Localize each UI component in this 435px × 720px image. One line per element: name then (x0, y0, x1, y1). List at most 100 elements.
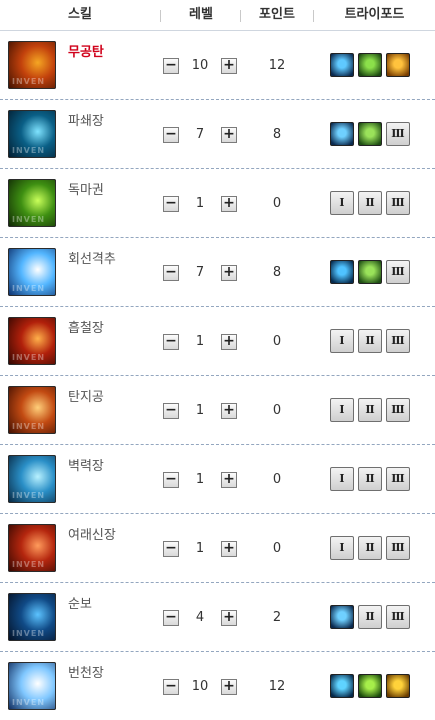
skill-points: 0 (272, 541, 282, 556)
level-increase-button[interactable]: + (221, 403, 237, 419)
level-increase-button[interactable]: + (221, 196, 237, 212)
icon-watermark: INVEN (12, 698, 46, 707)
tripod-slot-2[interactable]: Ⅱ (358, 467, 382, 491)
tripod-slot-2[interactable]: Ⅱ (358, 605, 382, 629)
level-increase-button[interactable]: + (221, 127, 237, 143)
skill-row: INVEN 여래신장 − 1 +0 Ⅰ Ⅱ Ⅲ (0, 514, 435, 583)
skill-name: 벽력장 (68, 459, 104, 474)
skill-row: INVEN 순보 − 4 +2 Ⅱ Ⅲ (0, 583, 435, 652)
blue-runner-icon[interactable] (330, 605, 354, 629)
tripod-slot-3[interactable]: Ⅲ (386, 536, 410, 560)
header-tripod: 트라이포드 (344, 7, 405, 22)
skill-level: 1 (195, 472, 205, 487)
level-decrease-button[interactable]: − (163, 334, 179, 350)
blue-runner-icon[interactable] (330, 122, 354, 146)
blue-orb-icon[interactable] (330, 260, 354, 284)
level-decrease-button[interactable]: − (163, 679, 179, 695)
orange-fireball-icon: INVEN (8, 41, 56, 89)
tripod-slot-3[interactable]: Ⅲ (386, 191, 410, 215)
green-group-icon[interactable] (358, 260, 382, 284)
skill-level: 7 (195, 127, 205, 142)
tripod-slot-3[interactable]: Ⅲ (386, 605, 410, 629)
level-decrease-button[interactable]: − (163, 58, 179, 74)
skill-row: INVEN 흡철장 − 1 +0 Ⅰ Ⅱ Ⅲ (0, 307, 435, 376)
level-increase-button[interactable]: + (221, 265, 237, 281)
green-arrows-up-icon[interactable] (358, 53, 382, 77)
skill-name: 독마권 (68, 183, 104, 198)
level-increase-button[interactable]: + (221, 334, 237, 350)
tripod-slot-2[interactable]: Ⅱ (358, 536, 382, 560)
blue-white-flash-icon: INVEN (8, 662, 56, 710)
skill-name: 탄지공 (68, 390, 104, 405)
tripod-slot-3[interactable]: Ⅲ (386, 398, 410, 422)
tripod-slot-3[interactable]: Ⅲ (386, 122, 410, 146)
level-decrease-button[interactable]: − (163, 541, 179, 557)
green-cross-icon[interactable] (358, 674, 382, 698)
icon-watermark: INVEN (12, 284, 46, 293)
tripod-slot-2[interactable]: Ⅱ (358, 398, 382, 422)
skill-level: 7 (195, 265, 205, 280)
green-burst-fist-icon: INVEN (8, 179, 56, 227)
blue-swirl-palm-icon: INVEN (8, 110, 56, 158)
level-decrease-button[interactable]: − (163, 403, 179, 419)
tripod-slot-3[interactable]: Ⅲ (386, 467, 410, 491)
tripod-slot-1[interactable]: Ⅰ (330, 191, 354, 215)
skill-name: 파쇄장 (68, 114, 104, 129)
blue-dash-strike-icon[interactable] (330, 53, 354, 77)
skill-level: 1 (195, 334, 205, 349)
tripod-slot-3[interactable]: Ⅲ (386, 260, 410, 284)
tripod-slot-1[interactable]: Ⅰ (330, 329, 354, 353)
skill-row: INVEN 회선격추 − 7 +8 Ⅲ (0, 238, 435, 307)
header-skill: 스킬 (68, 7, 92, 22)
skill-level: 1 (195, 403, 205, 418)
icon-watermark: INVEN (12, 629, 46, 638)
skill-points: 8 (272, 265, 282, 280)
skill-points: 0 (272, 403, 282, 418)
skill-name: 순보 (68, 597, 92, 612)
yellow-swirl-icon[interactable] (386, 674, 410, 698)
skill-level: 10 (191, 679, 209, 694)
tripod-slot-1[interactable]: Ⅰ (330, 536, 354, 560)
icon-watermark: INVEN (12, 422, 46, 431)
tripod-slot-1[interactable]: Ⅰ (330, 467, 354, 491)
tripod-slot-2[interactable]: Ⅱ (358, 329, 382, 353)
skill-points: 0 (272, 196, 282, 211)
red-flame-palm-icon: INVEN (8, 317, 56, 365)
level-increase-button[interactable]: + (221, 58, 237, 74)
icon-watermark: INVEN (12, 560, 46, 569)
level-increase-button[interactable]: + (221, 610, 237, 626)
level-increase-button[interactable]: + (221, 679, 237, 695)
skill-level: 1 (195, 541, 205, 556)
red-giant-palm-icon: INVEN (8, 524, 56, 572)
skill-points: 0 (272, 334, 282, 349)
skill-name: 회선격추 (68, 252, 116, 267)
green-group-icon[interactable] (358, 122, 382, 146)
skill-row: INVEN 파쇄장 − 7 +8 Ⅲ (0, 100, 435, 169)
tripod-slot-3[interactable]: Ⅲ (386, 329, 410, 353)
tripod-slot-1[interactable]: Ⅰ (330, 398, 354, 422)
skill-level: 4 (195, 610, 205, 625)
skill-name: 무공탄 (68, 45, 104, 60)
skill-row: INVEN 무공탄 −10 +12 (0, 31, 435, 100)
skill-level: 10 (191, 58, 209, 73)
skill-name: 번천장 (68, 666, 104, 681)
icon-watermark: INVEN (12, 146, 46, 155)
skill-points: 12 (268, 679, 286, 694)
level-decrease-button[interactable]: − (163, 265, 179, 281)
level-decrease-button[interactable]: − (163, 196, 179, 212)
level-increase-button[interactable]: + (221, 541, 237, 557)
skill-row: INVEN 탄지공 − 1 +0 Ⅰ Ⅱ Ⅲ (0, 376, 435, 445)
icon-watermark: INVEN (12, 353, 46, 362)
skill-name: 흡철장 (68, 321, 104, 336)
level-decrease-button[interactable]: − (163, 127, 179, 143)
level-increase-button[interactable]: + (221, 472, 237, 488)
skill-row: INVEN 번천장 −10 +12 (0, 652, 435, 720)
level-decrease-button[interactable]: − (163, 472, 179, 488)
orange-down-arrow-icon[interactable] (386, 53, 410, 77)
header-level: 레벨 (189, 7, 213, 22)
icon-watermark: INVEN (12, 215, 46, 224)
skill-row: INVEN 벽력장 − 1 +0 Ⅰ Ⅱ Ⅲ (0, 445, 435, 514)
level-decrease-button[interactable]: − (163, 610, 179, 626)
tripod-slot-2[interactable]: Ⅱ (358, 191, 382, 215)
blue-splash-icon[interactable] (330, 674, 354, 698)
